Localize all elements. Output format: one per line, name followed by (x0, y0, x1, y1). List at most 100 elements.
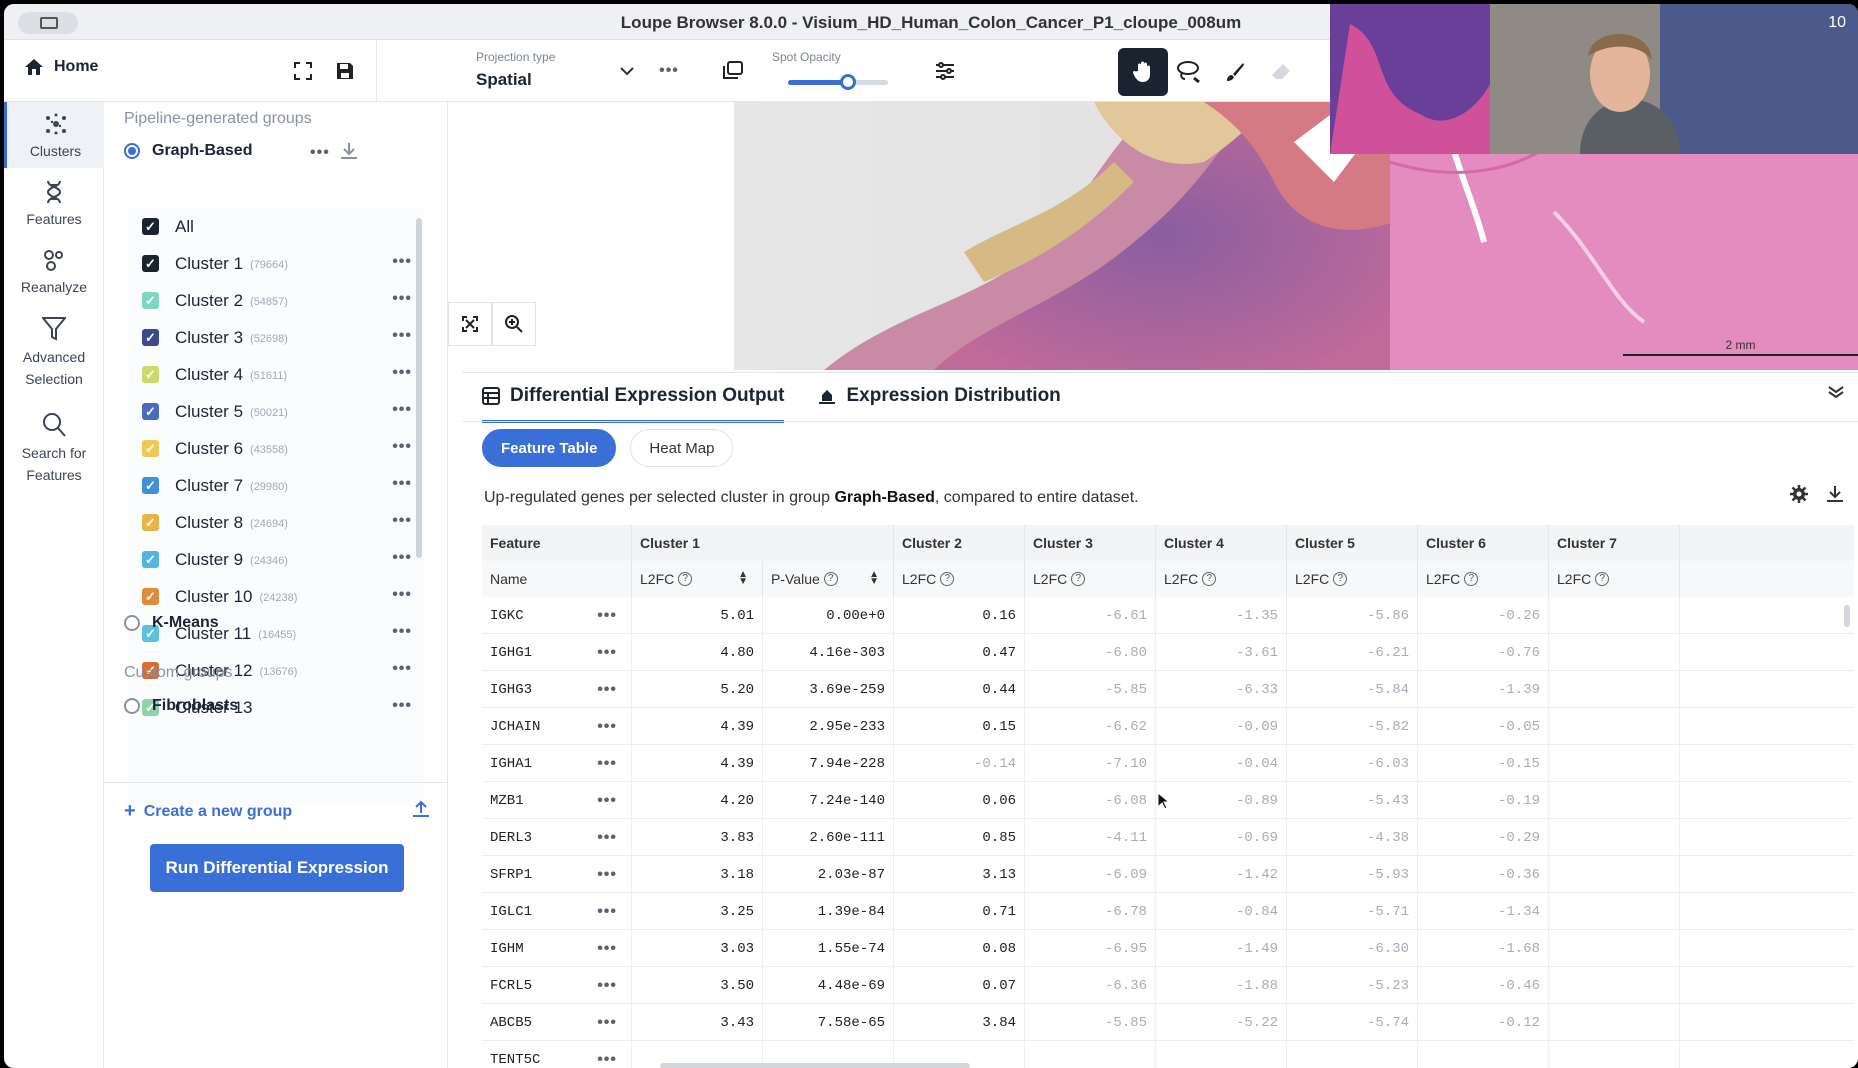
checkbox[interactable]: ✓ (142, 440, 159, 457)
brush-tool-button[interactable] (1210, 48, 1260, 96)
create-group-link[interactable]: + Create a new group (124, 800, 292, 823)
rail-item-clusters[interactable]: Clusters (4, 102, 104, 168)
header-l2fc-c4[interactable]: L2FC? (1156, 561, 1287, 597)
tab-expression-distribution[interactable]: Expression Distribution (818, 373, 1061, 419)
list-scrollbar[interactable] (416, 218, 422, 558)
cluster-row[interactable]: ✓ Cluster 2 (54857) ••• (142, 282, 412, 319)
help-icon[interactable]: ? (1202, 572, 1217, 586)
checkbox[interactable]: ✓ (142, 551, 159, 568)
table-row[interactable]: IGHA1 ••• 4.39 7.94e-228 -0.14 -7.10 -0.04 -6.0… (482, 745, 1854, 782)
sort-icon[interactable]: ▲ ▼ (738, 570, 748, 587)
table-row[interactable]: IGHG3 ••• 5.20 3.69e-259 0.44 -5.85 -6.33 -5.84… (482, 671, 1854, 708)
row-more-icon[interactable]: ••• (597, 903, 617, 921)
cluster-row[interactable]: ✓ Cluster 9 (24346) ••• (142, 541, 412, 578)
help-icon[interactable]: ? (1333, 572, 1348, 586)
cluster-more-icon[interactable]: ••• (392, 623, 412, 641)
cluster-row[interactable]: ✓ Cluster 4 (51611) ••• (142, 356, 412, 393)
radio-unselected[interactable] (124, 615, 140, 631)
sort-icon[interactable]: ▲ ▼ (869, 570, 879, 587)
heat-map-button[interactable]: Heat Map (630, 429, 734, 467)
header-l2fc-c1[interactable]: L2FC? ▲ ▼ (632, 561, 763, 597)
feature-table-button[interactable]: Feature Table (482, 429, 617, 467)
vertical-scrollbar[interactable] (1844, 605, 1850, 627)
chevron-down-icon[interactable] (610, 54, 644, 88)
lasso-tool-button[interactable] (1164, 48, 1214, 96)
table-row[interactable]: JCHAIN ••• 4.39 2.95e-233 0.15 -6.62 -0.09 -5.8… (482, 708, 1854, 745)
row-more-icon[interactable]: ••• (597, 1014, 617, 1032)
eraser-tool-button[interactable] (1256, 48, 1306, 96)
upload-icon[interactable] (412, 800, 430, 818)
row-more-icon[interactable]: ••• (597, 607, 617, 625)
row-more-icon[interactable]: ••• (597, 644, 617, 662)
cluster-more-icon[interactable]: ••• (392, 549, 412, 567)
projection-more-icon[interactable]: ••• (652, 54, 686, 88)
radio-unselected[interactable] (124, 698, 140, 714)
cluster-all-row[interactable]: ✓ All (142, 208, 412, 245)
rail-item-advanced-selection[interactable]: Advanced Selection (4, 316, 104, 400)
header-cluster-6[interactable]: Cluster 6 (1418, 525, 1549, 561)
table-row[interactable]: DERL3 ••• 3.83 2.60e-111 0.85 -4.11 -0.69 -4.38… (482, 819, 1854, 856)
feature-name-cell[interactable]: IGKC ••• (482, 597, 632, 634)
table-row[interactable]: SFRP1 ••• 3.18 2.03e-87 3.13 -6.09 -1.42 -5.93-… (482, 856, 1854, 893)
feature-name-cell[interactable]: IGHM ••• (482, 930, 632, 967)
table-row[interactable]: IGLC1 ••• 3.25 1.39e-84 0.71 -6.78 -0.84 -5.71-… (482, 893, 1854, 930)
run-differential-expression-button[interactable]: Run Differential Expression (150, 844, 404, 892)
tab-differential-expression[interactable]: Differential Expression Output (482, 373, 785, 423)
checkbox[interactable]: ✓ (142, 292, 159, 309)
header-cluster-5[interactable]: Cluster 5 (1287, 525, 1418, 561)
header-cluster-2[interactable]: Cluster 2 (894, 525, 1025, 561)
checkbox[interactable]: ✓ (142, 403, 159, 420)
feature-name-cell[interactable]: IGHA1 ••• (482, 745, 632, 782)
rail-item-search-features[interactable]: Search for Features (4, 412, 104, 496)
help-icon[interactable]: ? (678, 572, 693, 586)
help-icon[interactable]: ? (940, 572, 955, 586)
row-more-icon[interactable]: ••• (597, 866, 617, 884)
cluster-row[interactable]: ✓ Cluster 7 (29980) ••• (142, 467, 412, 504)
collapse-panel-icon[interactable] (1828, 385, 1844, 404)
row-more-icon[interactable]: ••• (597, 977, 617, 995)
table-row[interactable]: FCRL5 ••• 3.50 4.48e-69 0.07 -6.36 -1.88 -5.23-… (482, 967, 1854, 1004)
zoom-button[interactable] (492, 302, 536, 346)
checkbox[interactable]: ✓ (142, 255, 159, 272)
feature-name-cell[interactable]: MZB1 ••• (482, 782, 632, 819)
feature-name-cell[interactable]: IGHG3 ••• (482, 671, 632, 708)
group-more-icon[interactable]: ••• (310, 144, 330, 162)
header-l2fc-c5[interactable]: L2FC? (1287, 561, 1418, 597)
checkbox[interactable]: ✓ (142, 218, 159, 235)
row-more-icon[interactable]: ••• (597, 1051, 617, 1068)
opacity-track[interactable] (788, 74, 888, 90)
header-pvalue-c1[interactable]: P-Value? ▲ ▼ (763, 561, 894, 597)
help-icon[interactable]: ? (1071, 572, 1086, 586)
header-l2fc-c6[interactable]: L2FC? (1418, 561, 1549, 597)
feature-name-cell[interactable]: JCHAIN ••• (482, 708, 632, 745)
feature-name-cell[interactable]: IGHG1 ••• (482, 634, 632, 671)
header-cluster-4[interactable]: Cluster 4 (1156, 525, 1287, 561)
feature-name-cell[interactable]: FCRL5 ••• (482, 967, 632, 1004)
download-icon[interactable] (1826, 485, 1844, 503)
cluster-row[interactable]: ✓ Cluster 3 (52698) ••• (142, 319, 412, 356)
cluster-more-icon[interactable]: ••• (392, 253, 412, 271)
cluster-more-icon[interactable]: ••• (392, 290, 412, 308)
checkbox[interactable]: ✓ (142, 329, 159, 346)
rail-item-features[interactable]: Features (4, 180, 104, 240)
kmeans-radio[interactable]: K-Means (124, 614, 219, 632)
home-button[interactable]: Home (24, 58, 98, 76)
pan-tool-button[interactable] (1118, 48, 1168, 96)
header-cluster-7[interactable]: Cluster 7 (1549, 525, 1680, 561)
feature-name-cell[interactable]: DERL3 ••• (482, 819, 632, 856)
cluster-row[interactable]: ✓ Cluster 5 (50021) ••• (142, 393, 412, 430)
fibroblasts-radio[interactable]: Fibroblasts (124, 697, 238, 715)
help-icon[interactable]: ? (1464, 572, 1479, 586)
cluster-more-icon[interactable]: ••• (392, 438, 412, 456)
cluster-more-icon[interactable]: ••• (392, 697, 412, 715)
feature-name-cell[interactable]: SFRP1 ••• (482, 856, 632, 893)
table-row[interactable]: IGHG1 ••• 4.80 4.16e-303 0.47 -6.80 -3.61 -6.21… (482, 634, 1854, 671)
save-icon[interactable] (328, 54, 362, 88)
checkbox[interactable]: ✓ (142, 366, 159, 383)
rail-item-reanalyze[interactable]: Reanalyze (4, 248, 104, 308)
cluster-more-icon[interactable]: ••• (392, 512, 412, 530)
graph-based-radio[interactable]: Graph-Based (124, 142, 252, 160)
table-row[interactable]: IGKC ••• 5.01 0.00e+0 0.16 -6.61 -1.35 -5.86 -0.… (482, 597, 1854, 634)
download-icon[interactable] (340, 142, 358, 160)
table-row[interactable]: IGHM ••• 3.03 1.55e-74 0.08 -6.95 -1.49 -6.30 -1… (482, 930, 1854, 967)
